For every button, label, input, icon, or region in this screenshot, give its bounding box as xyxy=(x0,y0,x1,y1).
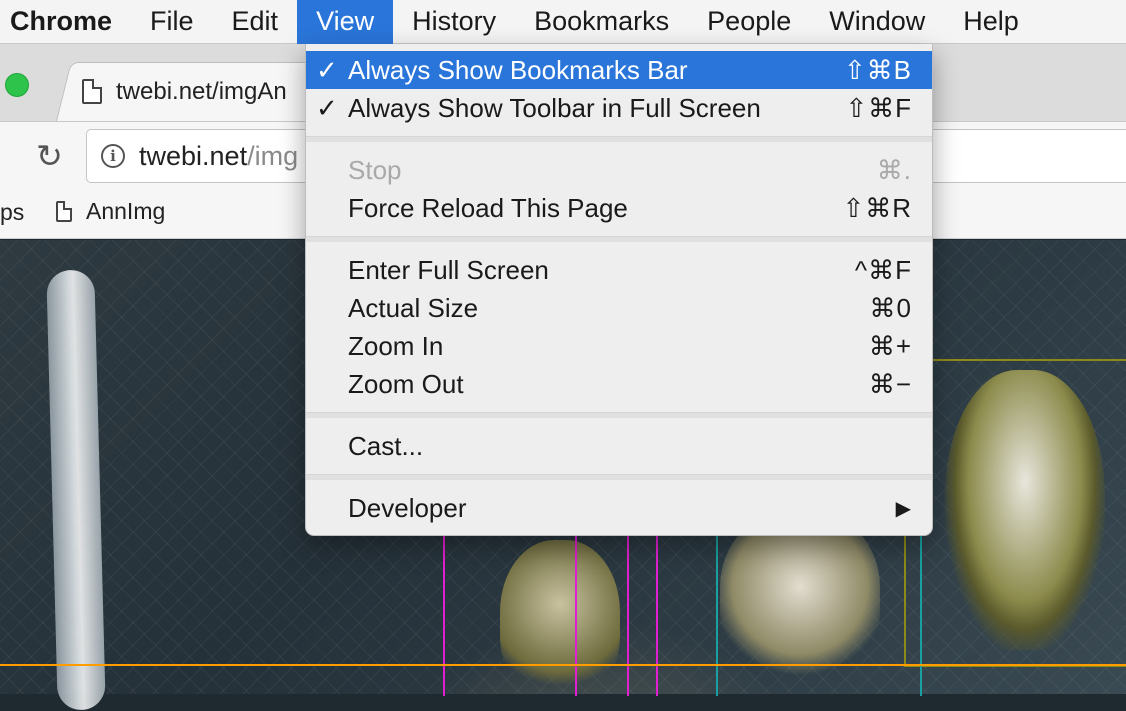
menu-item-label: Stop xyxy=(348,154,402,185)
menu-chrome[interactable]: Chrome xyxy=(0,0,131,44)
menu-help[interactable]: Help xyxy=(944,0,1038,44)
menu-bookmarks[interactable]: Bookmarks xyxy=(515,0,688,44)
page-icon xyxy=(82,79,102,104)
submenu-arrow-icon: ▶ xyxy=(895,497,912,520)
menu-item-shortcut: ⌘0 xyxy=(869,292,912,323)
menu-view[interactable]: View xyxy=(297,0,394,44)
checkmark-icon: ✓ xyxy=(316,54,338,85)
menu-item-label: Force Reload This Page xyxy=(348,192,628,223)
annotation-line xyxy=(443,536,445,696)
menu-item-shortcut: ⌘. xyxy=(876,154,912,185)
annotation-line xyxy=(0,664,1126,666)
menu-window[interactable]: Window xyxy=(810,0,944,44)
menu-separator xyxy=(306,227,932,251)
menu-item-zoom-out[interactable]: Zoom Out ⌘− xyxy=(306,365,932,403)
bookmark-annimg[interactable]: AnnImg xyxy=(56,196,165,226)
bird-image xyxy=(500,540,620,694)
menu-people[interactable]: People xyxy=(688,0,810,44)
url-text[interactable]: twebi.net/img xyxy=(139,141,298,172)
reload-icon[interactable]: ↻ xyxy=(36,140,63,172)
menu-item-label: Always Show Bookmarks Bar xyxy=(348,54,688,85)
menu-item-label: Zoom Out xyxy=(348,368,464,399)
annotation-line xyxy=(627,536,629,696)
info-icon[interactable]: i xyxy=(101,144,125,168)
menu-item-zoom-in[interactable]: Zoom In ⌘+ xyxy=(306,327,932,365)
tab-title: twebi.net/imgAn xyxy=(116,77,287,105)
menu-separator xyxy=(306,403,932,427)
menu-file[interactable]: File xyxy=(131,0,213,44)
menu-item-force-reload[interactable]: Force Reload This Page ⇧⌘R xyxy=(306,189,932,227)
window-zoom-button[interactable] xyxy=(5,73,29,97)
menu-separator xyxy=(306,127,932,151)
menu-item-label: Cast... xyxy=(348,430,424,461)
menu-item-always-show-toolbar[interactable]: ✓ Always Show Toolbar in Full Screen ⇧⌘F xyxy=(306,89,932,127)
menu-item-label: Always Show Toolbar in Full Screen xyxy=(348,92,761,123)
annotation-box xyxy=(904,359,1126,667)
bookmark-label: AnnImg xyxy=(86,197,166,224)
url-path: /img xyxy=(247,140,299,171)
menu-item-shortcut: ⌘+ xyxy=(868,330,912,361)
menu-item-shortcut: ⇧⌘B xyxy=(843,54,912,85)
checkmark-icon: ✓ xyxy=(316,92,338,123)
menu-item-always-show-bookmarks-bar[interactable]: ✓ Always Show Bookmarks Bar ⇧⌘B xyxy=(306,51,932,89)
menu-item-actual-size[interactable]: Actual Size ⌘0 xyxy=(306,289,932,327)
annotation-line xyxy=(656,536,658,696)
menu-item-label: Zoom In xyxy=(348,330,444,361)
annotation-line xyxy=(716,536,718,696)
bookmark-apps[interactable]: ps xyxy=(0,199,24,226)
menu-item-shortcut: ⇧⌘F xyxy=(845,92,912,123)
menu-item-cast[interactable]: Cast... xyxy=(306,427,932,465)
menu-item-label: Enter Full Screen xyxy=(348,254,549,285)
menu-bar: Chrome File Edit View History Bookmarks … xyxy=(0,0,1126,44)
menu-item-label: Actual Size xyxy=(348,292,479,323)
page-icon xyxy=(56,200,72,222)
menu-separator xyxy=(306,465,932,489)
annotation-line xyxy=(575,536,577,696)
menu-item-shortcut: ⇧⌘R xyxy=(842,192,912,223)
menu-item-shortcut: ⌘− xyxy=(868,368,912,399)
menu-edit[interactable]: Edit xyxy=(213,0,298,44)
url-host: twebi.net xyxy=(139,140,248,171)
menu-item-stop: Stop ⌘. xyxy=(306,151,932,189)
menu-item-label: Developer xyxy=(348,492,467,523)
annotation-line xyxy=(920,536,922,696)
menu-history[interactable]: History xyxy=(393,0,515,44)
menu-item-shortcut: ^⌘F xyxy=(854,254,912,285)
view-menu-dropdown: ✓ Always Show Bookmarks Bar ⇧⌘B ✓ Always… xyxy=(305,44,933,536)
tab-content: twebi.net/imgAn xyxy=(82,62,287,121)
menu-item-enter-full-screen[interactable]: Enter Full Screen ^⌘F xyxy=(306,251,932,289)
menu-item-developer[interactable]: Developer ▶ xyxy=(306,489,932,527)
